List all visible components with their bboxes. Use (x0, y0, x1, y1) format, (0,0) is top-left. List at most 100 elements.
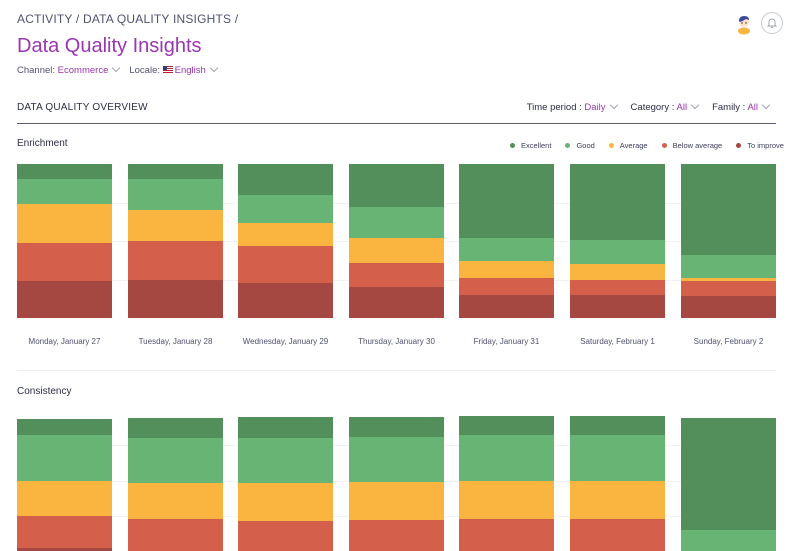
bar-segment-good[interactable] (349, 207, 444, 238)
bar-segment-good[interactable] (17, 179, 112, 205)
x-axis-label: Wednesday, January 29 (242, 337, 329, 346)
legend-label: Good (576, 141, 595, 150)
section-divider (17, 123, 776, 124)
user-avatar-icon[interactable] (733, 13, 755, 35)
legend-item-to-improve[interactable]: To improve (736, 141, 784, 150)
category-label: Category : (630, 102, 675, 113)
bar-segment-to-improve[interactable] (459, 294, 554, 318)
bar-segment-excellent[interactable] (681, 164, 776, 255)
x-axis-label: Thursday, January 30 (358, 337, 435, 346)
bar-segment-good[interactable] (681, 254, 776, 278)
bar-segment-below-average[interactable] (238, 245, 333, 283)
bar-segment-below-average[interactable] (17, 515, 112, 549)
bar-segment-below-average[interactable] (459, 518, 554, 551)
bar-segment-average[interactable] (128, 483, 223, 519)
bar-segment-average[interactable] (570, 264, 665, 280)
stacked-bar[interactable] (238, 410, 333, 551)
bar-segment-excellent[interactable] (128, 418, 223, 439)
bar-segment-below-average[interactable] (128, 241, 223, 280)
bar-segment-good[interactable] (459, 435, 554, 481)
family-label: Family : (712, 102, 746, 113)
bar-segment-average[interactable] (459, 261, 554, 278)
bar-segment-good[interactable] (238, 194, 333, 223)
bar-segment-good[interactable] (128, 179, 223, 211)
bar-segment-average[interactable] (17, 480, 112, 516)
bar-segment-excellent[interactable] (570, 415, 665, 436)
page-title: Data Quality Insights (17, 35, 202, 57)
legend-item-average[interactable]: Average (608, 141, 648, 150)
bar-segment-good[interactable] (459, 237, 554, 262)
bar-segment-good[interactable] (128, 438, 223, 484)
bar-segment-average[interactable] (17, 204, 112, 243)
bar-segment-good[interactable] (681, 529, 776, 551)
bar-segment-below-average[interactable] (128, 518, 223, 551)
stacked-bar[interactable] (459, 164, 554, 318)
stacked-bar[interactable] (349, 410, 444, 551)
chevron-down-icon (609, 100, 618, 110)
bar-segment-good[interactable] (17, 435, 112, 481)
bar-segment-average[interactable] (570, 480, 665, 519)
filters-bar: Time period : Daily Category : All Famil… (526, 100, 771, 113)
stacked-bar[interactable] (681, 164, 776, 318)
bar-segment-excellent[interactable] (17, 164, 112, 180)
bar-segment-below-average[interactable] (459, 277, 554, 295)
notifications-bell-icon[interactable] (761, 12, 783, 34)
stacked-bar[interactable] (238, 164, 333, 318)
bar-segment-below-average[interactable] (238, 521, 333, 551)
time-period-filter[interactable]: Time period : Daily (526, 100, 618, 113)
bar-segment-below-average[interactable] (570, 518, 665, 551)
stacked-bar[interactable] (349, 164, 444, 318)
stacked-bar[interactable] (570, 164, 665, 318)
bar-segment-below-average[interactable] (570, 279, 665, 295)
bar-segment-excellent[interactable] (238, 164, 333, 195)
stacked-bar[interactable] (17, 164, 112, 318)
category-filter[interactable]: Category : All (630, 100, 700, 113)
stacked-bar[interactable] (128, 164, 223, 318)
bar-segment-to-improve[interactable] (238, 282, 333, 318)
bar-segment-below-average[interactable] (681, 281, 776, 297)
bar-segment-average[interactable] (128, 210, 223, 241)
legend-item-good[interactable]: Good (565, 141, 595, 150)
bar-segment-average[interactable] (238, 483, 333, 522)
bar-segment-below-average[interactable] (349, 262, 444, 288)
bar-segment-to-improve[interactable] (128, 279, 223, 318)
legend-item-below-average[interactable]: Below average (661, 141, 722, 150)
bar-segment-to-improve[interactable] (17, 281, 112, 318)
bar-segment-excellent[interactable] (238, 417, 333, 439)
bar-segment-to-improve[interactable] (349, 287, 444, 318)
channel-selector[interactable]: Channel: Ecommerce (17, 63, 121, 76)
stacked-bar[interactable] (17, 410, 112, 551)
bar-segment-excellent[interactable] (349, 417, 444, 437)
bar-segment-average[interactable] (349, 481, 444, 520)
locale-selector[interactable]: Locale: English (129, 63, 219, 76)
stacked-bar[interactable] (681, 410, 776, 551)
scope-selectors: Channel: Ecommerce Locale: English (17, 63, 219, 76)
bar-segment-average[interactable] (349, 237, 444, 263)
bar-segment-excellent[interactable] (570, 164, 665, 240)
legend-item-excellent[interactable]: Excellent (510, 141, 551, 150)
bar-segment-to-improve[interactable] (681, 296, 776, 318)
stacked-bar[interactable] (570, 410, 665, 551)
bar-segment-excellent[interactable] (17, 418, 112, 436)
bar-segment-excellent[interactable] (681, 418, 776, 530)
bar-segment-excellent[interactable] (349, 164, 444, 208)
stacked-bar[interactable] (128, 410, 223, 551)
bar-segment-to-improve[interactable] (570, 294, 665, 318)
bar-segment-good[interactable] (349, 436, 444, 482)
bar-segment-average[interactable] (238, 222, 333, 246)
stacked-bar[interactable] (459, 410, 554, 551)
bar-segment-excellent[interactable] (459, 164, 554, 238)
family-filter[interactable]: Family : All (712, 100, 771, 113)
bar-segment-good[interactable] (570, 239, 665, 265)
bar-segment-good[interactable] (238, 438, 333, 484)
breadcrumb[interactable]: ACTIVITY / DATA QUALITY INSIGHTS / (17, 12, 238, 26)
bar-segment-below-average[interactable] (349, 519, 444, 551)
bar-segment-excellent[interactable] (128, 164, 223, 180)
time-period-label: Time period : (526, 102, 582, 113)
bar-segment-average[interactable] (459, 480, 554, 519)
family-value: All (747, 102, 758, 113)
x-axis-label: Monday, January 27 (28, 337, 101, 346)
bar-segment-below-average[interactable] (17, 242, 112, 282)
bar-segment-good[interactable] (570, 435, 665, 481)
bar-segment-excellent[interactable] (459, 415, 554, 436)
